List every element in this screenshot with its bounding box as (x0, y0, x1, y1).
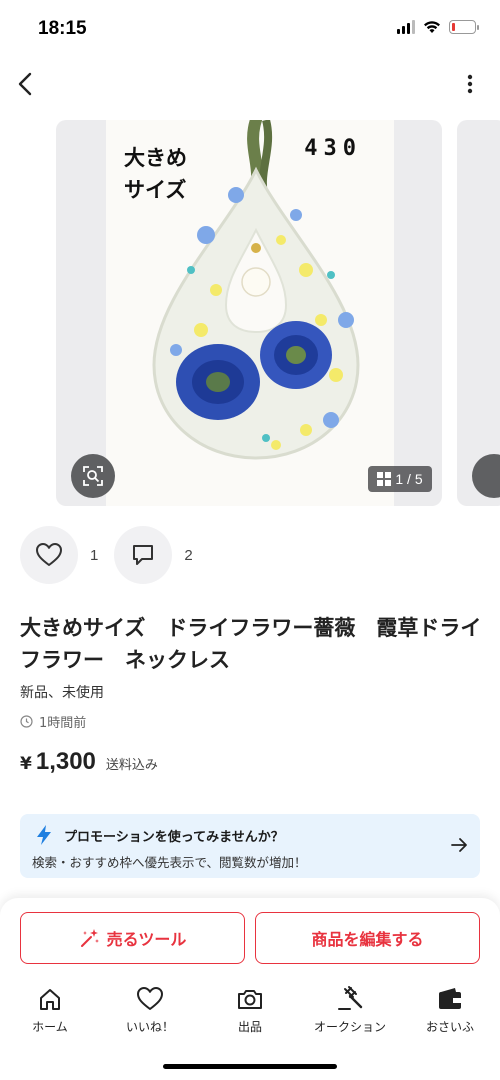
wifi-icon (424, 21, 440, 33)
home-icon (40, 989, 60, 1010)
primary-actions: 売るツール 商品を編集する (20, 912, 480, 964)
grid-icon (377, 472, 392, 486)
posted-time-label: 1時間前 (39, 716, 87, 731)
battery-level (452, 23, 456, 31)
sell-tool-label: 売るツール (106, 930, 187, 949)
promotion-description: 検索・おすすめ枠へ優先表示で、閲覧数が増加！ (32, 855, 307, 870)
comment-icon (133, 545, 154, 565)
promotion-title: プロモーションを使ってみませんか？ (64, 830, 284, 845)
edit-item-button[interactable]: 商品を編集する (255, 912, 480, 964)
heart-icon (137, 987, 163, 1010)
camera-icon (238, 990, 262, 1009)
image-search-button[interactable] (71, 454, 115, 498)
bottom-panel: 売るツール 商品を編集する ホーム いいね！ 出品 オークション おさいふ (0, 898, 500, 1080)
tab-auction[interactable]: オークション (300, 984, 400, 1035)
sell-tool-button[interactable]: 売るツール (20, 912, 245, 964)
tab-label: オークション (313, 1020, 386, 1034)
item-title: 大きめサイズ ドライフラワー薔薇 霞草ドライフラワー ネックレス (20, 616, 482, 672)
like-count: 1 (90, 546, 99, 564)
arrow-right-icon (451, 838, 467, 852)
image-counter[interactable]: 1 / 5 (368, 466, 432, 492)
tab-label: ホーム (32, 1020, 68, 1034)
price: ¥ 1,300 送料込み (20, 748, 158, 776)
clock-icon (20, 715, 33, 728)
sparkle-wand-icon (80, 929, 99, 947)
edit-item-label: 商品を編集する (311, 930, 424, 949)
item-actions: 1 2 (20, 526, 209, 584)
wallet-icon (439, 988, 461, 1009)
promotion-banner[interactable]: プロモーションを使ってみませんか？ 検索・おすすめ枠へ優先表示で、閲覧数が増加！ (20, 814, 480, 878)
tab-label: おさいふ (425, 1020, 474, 1034)
signal-icon (397, 20, 415, 34)
tab-home[interactable]: ホーム (0, 984, 100, 1035)
image-carousel[interactable]: 大きめ サイズ 430 1 / 5 (0, 120, 500, 506)
item-condition: 新品、未使用 (20, 685, 104, 701)
status-time: 18:15 (38, 18, 87, 39)
tab-label: 出品 (237, 1020, 262, 1034)
image-counter-label: 1 / 5 (395, 471, 423, 487)
like-button[interactable] (20, 526, 78, 584)
home-indicator (163, 1064, 337, 1069)
battery-icon (449, 20, 479, 34)
image-search-icon (83, 466, 103, 486)
price-value: 1,300 (35, 748, 96, 775)
chevron-left-icon[interactable] (14, 70, 38, 98)
status-icons (397, 20, 479, 34)
shipping-label: 送料込み (105, 758, 158, 773)
gavel-icon (338, 986, 363, 1010)
currency-symbol: ¥ (20, 754, 32, 774)
tab-likes[interactable]: いいね！ (100, 984, 200, 1035)
image-overlay-text: 大きめ サイズ (124, 146, 187, 202)
next-image-preview[interactable] (457, 120, 500, 506)
tab-bar: ホーム いいね！ 出品 オークション おさいふ (0, 984, 500, 1035)
vertical-ellipsis-icon[interactable] (464, 72, 476, 96)
tab-sell[interactable]: 出品 (200, 984, 300, 1035)
posted-time: 1時間前 (20, 712, 86, 731)
comment-button[interactable] (114, 526, 173, 584)
tab-wallet[interactable]: おさいふ (400, 984, 500, 1035)
lightning-icon (37, 825, 51, 845)
image-overlay-number: 430 (304, 136, 362, 161)
tab-label: いいね！ (125, 1020, 174, 1034)
heart-icon (36, 543, 62, 566)
product-image[interactable]: 大きめ サイズ 430 (106, 120, 394, 506)
status-bar: 18:15 (0, 0, 500, 58)
comment-count: 2 (184, 546, 193, 564)
